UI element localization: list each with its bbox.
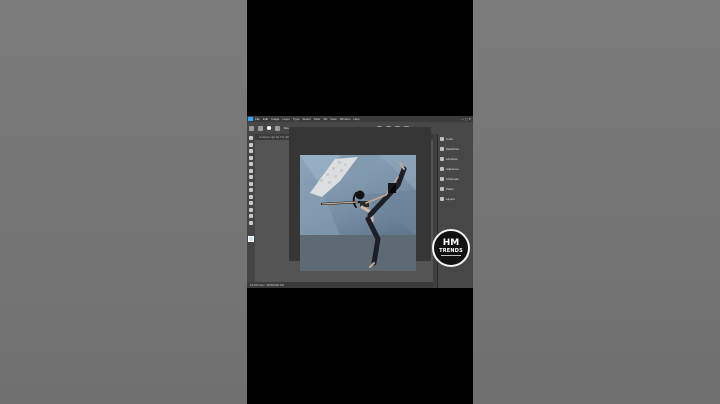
type-tool-icon[interactable] [249,214,253,218]
home-icon[interactable] [249,125,254,131]
move-tool-icon[interactable] [249,136,253,140]
pen-tool-icon[interactable] [249,207,253,212]
panel-channels[interactable]: Channels [440,176,473,182]
marquee-tool-icon[interactable] [249,142,253,147]
panel-swatches-label: Swatches [446,147,460,151]
watermark-underline [441,255,461,256]
paths-panel-icon [440,187,444,191]
color-panel-icon [440,137,444,141]
foreground-color-swatch[interactable] [248,236,254,242]
brush-tool-icon[interactable] [258,125,263,131]
window-controls[interactable]: — ▢ ✕ [461,117,471,121]
panel-libraries-label: Libraries [446,157,458,161]
adjustments-panel-icon [440,167,444,171]
panel-color-label: Color [446,137,454,141]
panel-layers-label: Layers [446,197,456,201]
status-bar: 12.5% Doc: 28.6M/38.1M [247,282,433,288]
swatches-panel-icon [440,147,444,151]
dancer-photo [300,155,416,271]
layers-panel-icon [440,197,444,201]
gradient-tool-icon[interactable] [249,201,253,205]
brush-preset-icon[interactable] [267,126,271,130]
tools-panel [247,134,255,286]
panel-swatches[interactable]: Swatches [440,146,473,152]
panel-layers[interactable]: Layers [440,196,473,202]
healing-brush-tool-icon[interactable] [249,175,253,179]
brush-settings-icon[interactable] [275,125,280,131]
panel-paths[interactable]: Paths [440,186,473,192]
panel-adjustments[interactable]: Adjustme... [440,166,473,172]
blurred-background-left [0,0,247,404]
photoshop-logo-icon [248,117,253,121]
hm-trends-watermark-logo: HM TRENDS [432,229,470,267]
panel-paths-label: Paths [446,187,454,191]
panel-adjustments-label: Adjustme... [446,167,462,171]
watermark-line2: TRENDS [439,248,463,254]
eyedropper-tool-icon[interactable] [249,168,253,173]
panel-libraries[interactable]: Libraries [440,156,473,162]
watermark-line1: HM [442,238,460,248]
blurred-background-right [473,0,720,404]
photo-canvas[interactable] [300,155,416,271]
lasso-tool-icon[interactable] [249,149,253,153]
channels-panel-icon [440,177,444,181]
libraries-panel-icon [440,157,444,161]
panel-color[interactable]: Color [440,136,473,142]
brush-tool-icon-2[interactable] [249,181,253,186]
quick-select-tool-icon[interactable] [249,155,253,160]
clone-stamp-tool-icon[interactable] [249,188,253,192]
panel-channels-label: Channels [446,177,459,181]
eraser-tool-icon[interactable] [249,194,253,199]
crop-tool-icon[interactable] [249,162,253,166]
zoom-tool-icon[interactable] [249,220,253,225]
